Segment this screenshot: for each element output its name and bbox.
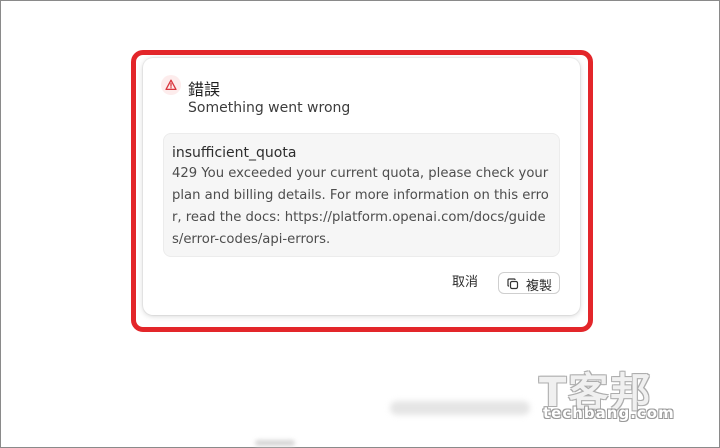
dialog-subtitle: Something went wrong — [188, 100, 351, 116]
warning-triangle-icon — [161, 75, 181, 95]
copy-button[interactable]: 複製 — [498, 272, 560, 294]
error-dialog: 錯誤 Something went wrong insufficient_quo… — [143, 58, 580, 315]
watermark-logo: T客邦 techbang.com — [535, 360, 715, 430]
copy-icon — [507, 278, 519, 290]
error-details-box: insufficient_quota 429 You exceeded your… — [163, 133, 560, 257]
dialog-title: 錯誤 — [188, 80, 221, 99]
cancel-button[interactable]: 取消 — [446, 271, 484, 295]
copy-button-label: 複製 — [526, 279, 553, 294]
blurred-background-element — [390, 401, 530, 415]
watermark-brand-en: techbang.com — [543, 404, 675, 422]
blurred-background-element — [255, 440, 295, 446]
error-code: insufficient_quota — [172, 145, 297, 161]
error-message: 429 You exceeded your current quota, ple… — [172, 166, 549, 247]
